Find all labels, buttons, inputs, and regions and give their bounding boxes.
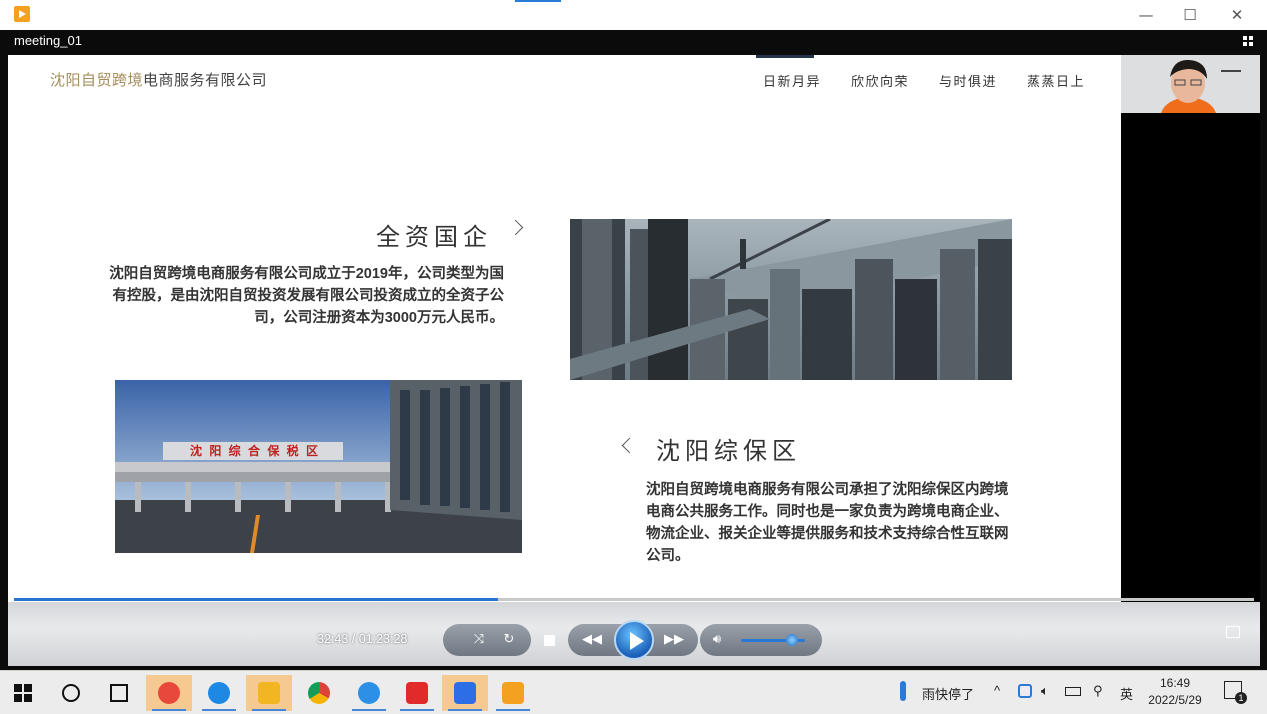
network-icon[interactable]: ⚲ (1093, 683, 1103, 699)
company-name-prefix: 沈阳自贸跨境 (50, 71, 144, 89)
maximize-button[interactable]: ☐ (1175, 4, 1205, 26)
nav-item-4: 蒸蒸日上 (1026, 75, 1085, 90)
webcam-panel-background (1121, 113, 1260, 602)
nav-item-2: 欣欣向荣 (850, 75, 909, 90)
taskbar-paint-app[interactable] (146, 675, 192, 711)
bonded-zone-gate-photo: 沈 阳 综 合 保 税 区 (115, 380, 522, 553)
speaker-icon[interactable]: 🔊︎ (707, 632, 727, 648)
ime-indicator[interactable]: 英 (1120, 684, 1133, 703)
slide-nav: 日新月异 欣欣向荣 与时俱进 蒸蒸日上 (763, 71, 1085, 90)
close-button[interactable]: ✕ (1222, 4, 1252, 26)
fast-forward-button[interactable]: ▶▶ (662, 632, 686, 648)
company-name-suffix: 电商服务有限公司 (143, 71, 268, 89)
chevron-up-icon[interactable]: ^ (994, 683, 1000, 698)
stop-button[interactable] (544, 635, 555, 646)
weather-text[interactable]: 雨快停了 (922, 684, 974, 703)
system-clock[interactable]: 16:49 2022/5/29 (1144, 675, 1206, 709)
section1-text: 沈阳自贸跨境电商服务有限公司成立于2019年，公司类型为国有控股，是由沈阳自贸投… (109, 266, 504, 326)
chevron-right-icon (507, 219, 524, 236)
taskbar-file-explorer-app[interactable] (246, 675, 292, 711)
gate-sign-text: 沈 阳 综 合 保 税 区 (189, 444, 320, 458)
seek-bar[interactable] (14, 598, 1254, 601)
taskbar-wps-app[interactable] (394, 675, 440, 711)
repeat-icon[interactable]: ↻ (500, 632, 518, 648)
playback-time: 32:43 / 01:23:28 (317, 632, 408, 646)
minimize-button[interactable]: — (1131, 4, 1161, 26)
seek-bar-fill (14, 598, 498, 601)
layout-grid-icon[interactable] (1243, 36, 1253, 46)
section2-heading: 沈阳综保区 (656, 437, 801, 465)
presentation-slide: 沈阳自贸跨境电商服务有限公司 日新月异 欣欣向荣 与时俱进 蒸蒸日上 全资国企 … (8, 55, 1121, 602)
webcam-video (1121, 55, 1260, 113)
volume-tray-icon[interactable]: 🔈︎ (1041, 683, 1049, 699)
security-shield-icon[interactable] (1018, 684, 1032, 698)
company-name: 沈阳自贸跨境电商服务有限公司 (50, 69, 267, 90)
search-icon[interactable] (48, 675, 94, 711)
rewind-button[interactable]: ◀◀ (580, 632, 604, 648)
city-skyline-photo (570, 219, 1012, 380)
taskbar-chrome-app[interactable] (296, 675, 342, 711)
taskbar: 雨快停了 ^ 🔈︎ ⚲ 英 16:49 2022/5/29 1 (0, 670, 1267, 714)
battery-icon[interactable] (1065, 687, 1081, 696)
clock-time: 16:49 (1159, 676, 1191, 690)
play-button[interactable] (614, 620, 654, 660)
weather-icon[interactable] (900, 681, 906, 701)
taskbar-meeting-app[interactable] (442, 675, 488, 711)
fullscreen-icon[interactable] (1226, 626, 1240, 638)
taskbar-player-app[interactable] (490, 675, 536, 711)
video-title: meeting_01 (14, 33, 82, 48)
slide-tab-accent (756, 55, 814, 58)
nav-item-3: 与时俱进 (938, 75, 997, 90)
title-bar: — ☐ ✕ (0, 0, 1267, 30)
top-accent (515, 0, 561, 2)
chevron-left-icon (621, 437, 638, 454)
player-app-icon (14, 6, 30, 22)
notification-count: 1 (1235, 692, 1247, 704)
taskbar-sogou-app[interactable] (346, 675, 392, 711)
notification-center-icon[interactable]: 1 (1224, 681, 1247, 704)
player-controls: 32:43 / 01:23:28 ⤨ ↻ ◀◀ ▶▶ 🔊︎ (8, 602, 1260, 666)
section1-heading: 全资国企 (376, 223, 492, 251)
start-button[interactable] (0, 675, 46, 711)
clock-date: 2022/5/29 (1148, 693, 1202, 707)
section2-text: 沈阳自贸跨境电商服务有限公司承担了沈阳综保区内跨境电商公共服务工作。同时也是一家… (646, 482, 1009, 564)
shuffle-icon[interactable]: ⤨ (470, 632, 488, 648)
task-view-icon[interactable] (96, 675, 142, 711)
taskbar-ie-app[interactable] (196, 675, 242, 711)
nav-item-1: 日新月异 (762, 75, 821, 90)
